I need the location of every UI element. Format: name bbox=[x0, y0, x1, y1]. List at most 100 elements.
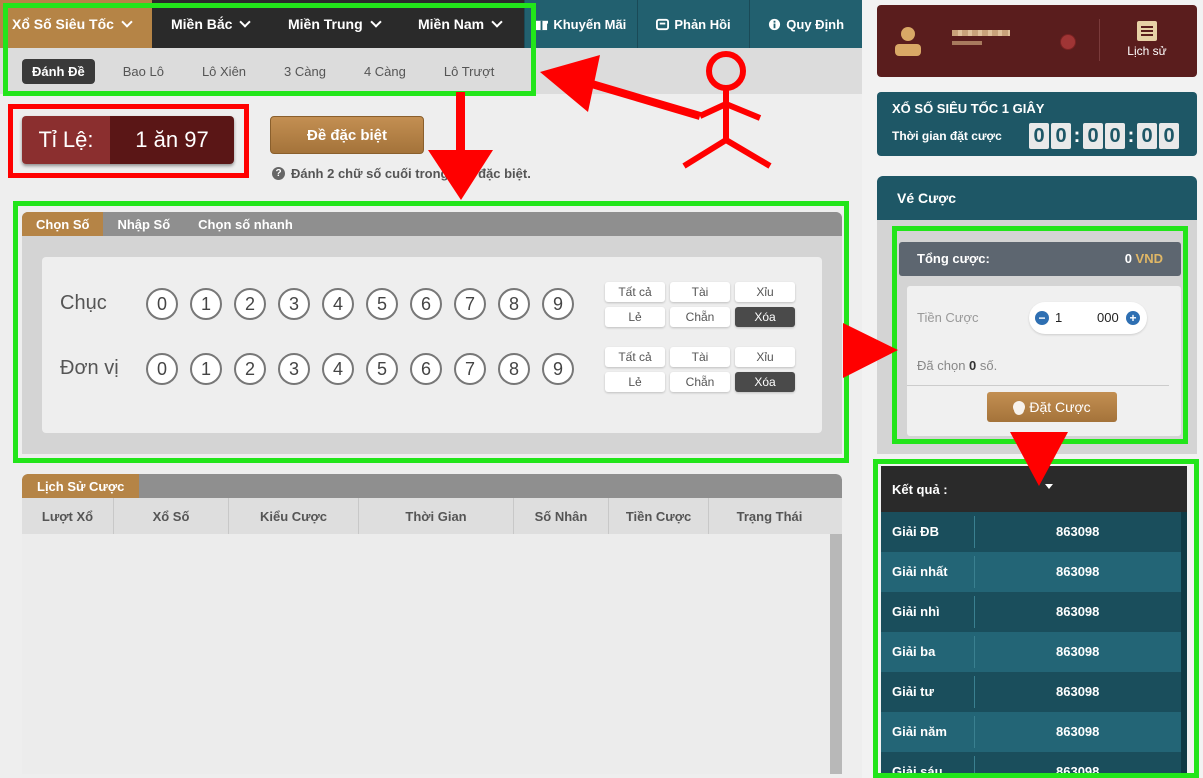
status-dot-icon bbox=[1060, 34, 1076, 50]
nav-quy-dinh[interactable]: Quy Định bbox=[749, 0, 862, 48]
digit-ball[interactable]: 4 bbox=[322, 288, 354, 320]
masked-balance bbox=[952, 41, 982, 45]
subnav-danh-de[interactable]: Đánh Đề bbox=[22, 58, 95, 84]
result-row: Giải năm 863098 bbox=[881, 712, 1187, 752]
column-header: Thời Gian bbox=[359, 498, 514, 534]
quick-chan-button[interactable]: Chẵn bbox=[670, 307, 730, 327]
picker-body: Chục 0 1 2 3 4 5 6 7 8 9 Tất cả Tài Xỉu … bbox=[42, 257, 822, 433]
quick-xiu-button[interactable]: Xỉu bbox=[735, 282, 795, 302]
bet-history: Lịch Sử Cược Lượt Xổ Xổ Số Kiểu Cược Thờ… bbox=[22, 474, 842, 774]
row-label: Đơn vị bbox=[60, 357, 119, 379]
digit-ball[interactable]: 7 bbox=[454, 353, 486, 385]
ticket-title: Vé Cược bbox=[877, 176, 1197, 220]
tab-chon-so-nhanh[interactable]: Chọn số nhanh bbox=[184, 212, 307, 236]
timer-digit: 0 bbox=[1105, 123, 1125, 149]
subnav-lo-truot[interactable]: Lô Trượt bbox=[434, 59, 504, 84]
digit-ball[interactable]: 2 bbox=[234, 353, 266, 385]
chevron-down-icon bbox=[491, 15, 503, 28]
result-row: Giải tư 863098 bbox=[881, 672, 1187, 712]
subnav-bao-lo[interactable]: Bao Lô bbox=[113, 59, 174, 84]
digit-ball[interactable]: 9 bbox=[542, 288, 574, 320]
digit-ball[interactable]: 4 bbox=[322, 353, 354, 385]
column-header: Lượt Xổ bbox=[22, 498, 114, 534]
digit-ball[interactable]: 1 bbox=[190, 288, 222, 320]
currency: VND bbox=[1135, 251, 1163, 266]
right-nav: Khuyến Mãi Phản Hồi Quy Định bbox=[524, 0, 862, 48]
menu-mien-bac[interactable]: Miền Bắc bbox=[152, 0, 274, 48]
timer-title: XỔ SỐ SIÊU TỐC 1 GIÂY bbox=[892, 101, 1045, 116]
menu-mien-nam[interactable]: Miền Nam bbox=[402, 0, 524, 48]
digit-ball[interactable]: 5 bbox=[366, 353, 398, 385]
amount-value[interactable]: 1 bbox=[1055, 310, 1062, 325]
digit-ball[interactable]: 8 bbox=[498, 288, 530, 320]
subnav-4-cang[interactable]: 4 Càng bbox=[354, 59, 416, 84]
column-header: Số Nhân bbox=[514, 498, 609, 534]
timer-digit: 0 bbox=[1159, 123, 1179, 149]
minus-icon[interactable]: − bbox=[1035, 311, 1049, 325]
row-don-vi: Đơn vị 0 1 2 3 4 5 6 7 8 9 Tất cả Tài Xỉ… bbox=[42, 347, 822, 392]
history-link[interactable]: Lịch sử bbox=[1117, 21, 1177, 58]
result-row: Giải sáu 863098 bbox=[881, 752, 1187, 778]
quick-le-button[interactable]: Lẻ bbox=[605, 372, 665, 392]
timer-digit: 0 bbox=[1137, 123, 1157, 149]
timer-digit: 0 bbox=[1051, 123, 1071, 149]
right-column: Lịch sử XỔ SỐ SIÊU TỐC 1 GIÂY Thời gian … bbox=[862, 0, 1203, 778]
place-bet-button[interactable]: Đặt Cược bbox=[987, 392, 1117, 422]
results-scrollbar[interactable] bbox=[1181, 512, 1187, 778]
results-panel: Kết quả : Giải ĐB 863098 Giải nhất 863098 … bbox=[881, 466, 1187, 778]
digit-ball[interactable]: 0 bbox=[146, 288, 178, 320]
nav-khuyen-mai[interactable]: Khuyến Mãi bbox=[524, 0, 637, 48]
de-dac-biet-button[interactable]: Đề đặc biệt bbox=[270, 116, 424, 154]
quick-chan-button[interactable]: Chẵn bbox=[670, 372, 730, 392]
tab-lich-su-cuoc[interactable]: Lịch Sử Cược bbox=[22, 474, 140, 498]
digit-ball[interactable]: 6 bbox=[410, 353, 442, 385]
quick-xiu-button[interactable]: Xỉu bbox=[735, 347, 795, 367]
total-value: 0 bbox=[1124, 251, 1132, 266]
chevron-down-icon bbox=[370, 15, 382, 28]
quick-clear-button[interactable]: Xóa bbox=[735, 307, 795, 327]
plus-icon[interactable]: + bbox=[1126, 311, 1140, 325]
info-icon bbox=[769, 18, 781, 30]
subnav-lo-xien[interactable]: Lô Xiên bbox=[192, 59, 256, 84]
digit-ball[interactable]: 9 bbox=[542, 353, 574, 385]
row-chuc: Chục 0 1 2 3 4 5 6 7 8 9 Tất cả Tài Xỉu … bbox=[42, 282, 822, 327]
digit-ball[interactable]: 3 bbox=[278, 353, 310, 385]
menu-xo-so-sieu-toc[interactable]: Xổ Số Siêu Tốc bbox=[0, 0, 152, 48]
quick-tai-button[interactable]: Tài bbox=[670, 282, 730, 302]
digit-ball[interactable]: 5 bbox=[366, 288, 398, 320]
digit-ball[interactable]: 3 bbox=[278, 288, 310, 320]
question-icon: ? bbox=[272, 167, 285, 180]
nav-phan-hoi[interactable]: Phản Hồi bbox=[636, 0, 750, 48]
menu-mien-trung[interactable]: Miền Trung bbox=[274, 0, 402, 48]
digit-ball[interactable]: 2 bbox=[234, 288, 266, 320]
digit-ball[interactable]: 1 bbox=[190, 353, 222, 385]
number-picker: Chọn Số Nhập Số Chọn số nhanh Chục 0 1 2… bbox=[22, 212, 842, 454]
timer-digit: 0 bbox=[1083, 123, 1103, 149]
amount-stepper[interactable]: − 1 000 + bbox=[1029, 302, 1147, 334]
bet-hint: ? Đánh 2 chữ số cuối trong giải đặc biệt… bbox=[272, 166, 531, 181]
column-header: Xổ Số bbox=[114, 498, 229, 534]
quick-clear-button[interactable]: Xóa bbox=[735, 372, 795, 392]
tab-chon-so[interactable]: Chọn Số bbox=[22, 212, 104, 236]
history-scrollbar[interactable] bbox=[830, 534, 842, 774]
digit-ball[interactable]: 0 bbox=[146, 353, 178, 385]
digit-ball[interactable]: 6 bbox=[410, 288, 442, 320]
ratio-label: Tỉ Lệ: bbox=[22, 116, 110, 164]
top-nav: Xổ Số Siêu Tốc Miền Bắc Miền Trung Miền … bbox=[0, 0, 862, 48]
quick-all-button[interactable]: Tất cả bbox=[605, 282, 665, 302]
quick-tai-button[interactable]: Tài bbox=[670, 347, 730, 367]
digit-ball[interactable]: 8 bbox=[498, 353, 530, 385]
tab-nhap-so[interactable]: Nhập Số bbox=[103, 212, 184, 236]
digit-ball[interactable]: 7 bbox=[454, 288, 486, 320]
total-bet: Tổng cược: 0 VND bbox=[899, 242, 1181, 276]
column-header: Trạng Thái bbox=[736, 508, 803, 524]
ratio-display: Tỉ Lệ: 1 ăn 97 bbox=[22, 116, 234, 164]
results-header[interactable]: Kết quả : bbox=[881, 466, 1187, 512]
caret-down-icon bbox=[1045, 484, 1053, 489]
quick-le-button[interactable]: Lẻ bbox=[605, 307, 665, 327]
result-row: Giải nhất 863098 bbox=[881, 552, 1187, 592]
column-header: Tiền Cược bbox=[609, 498, 709, 534]
chevron-down-icon bbox=[239, 15, 252, 28]
quick-all-button[interactable]: Tất cả bbox=[605, 347, 665, 367]
subnav-3-cang[interactable]: 3 Càng bbox=[274, 59, 336, 84]
